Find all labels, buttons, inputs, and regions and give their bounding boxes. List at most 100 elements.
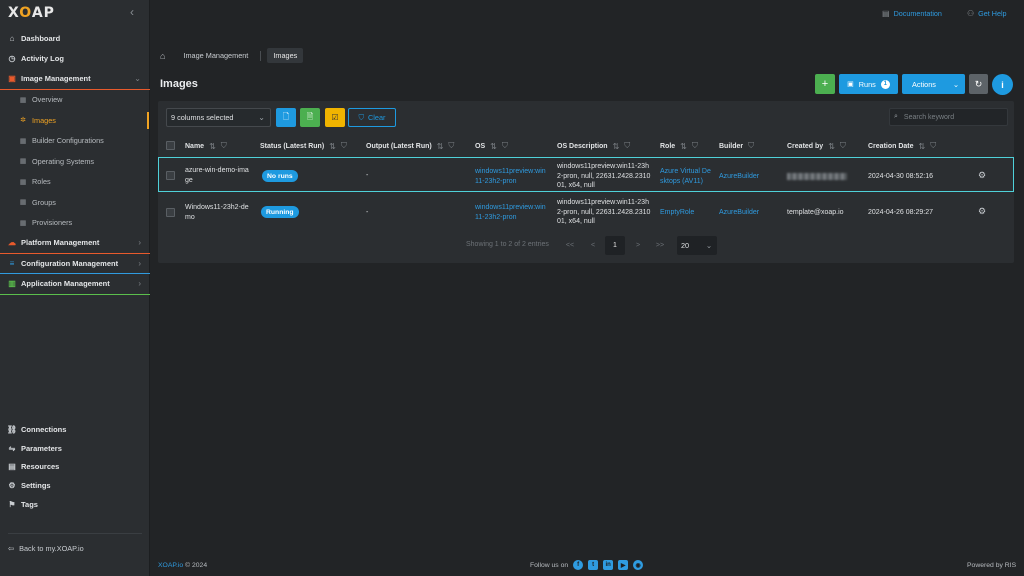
sort-icon[interactable]: ⇅ <box>329 142 336 151</box>
os-line: windows11preview:win <box>475 168 546 175</box>
role-link[interactable]: Azure Virtual De sktops (AV11) <box>660 167 711 186</box>
row-settings-icon[interactable]: ⚙ <box>978 170 986 181</box>
sort-icon[interactable]: ⇅ <box>919 142 926 151</box>
prev-page-button[interactable]: < <box>583 236 603 255</box>
linkedin-icon[interactable]: in <box>603 560 614 570</box>
add-image-button[interactable]: + <box>815 74 835 94</box>
row-checkbox[interactable] <box>166 171 175 180</box>
os-description-line: 2-pron, null, 22631.2428.2310 <box>557 208 651 216</box>
sidebar-item-roles[interactable]: ▦ Roles <box>0 172 150 193</box>
sidebar-item-configuration-management[interactable]: ≡ Configuration Management › <box>0 254 150 274</box>
export-pdf-button[interactable]: ☑ <box>325 108 345 127</box>
column-header-os[interactable]: OS ⇅ ⛉ <box>475 141 508 151</box>
column-header-creation-date[interactable]: Creation Date ⇅ ⛉ <box>868 141 936 151</box>
page-size-select[interactable]: 20 ⌄ <box>677 236 717 255</box>
filter-icon[interactable]: ⛉ <box>692 141 698 151</box>
footer-copyright-text: © 2024 <box>185 562 208 569</box>
xoap-logo[interactable]: XOAP <box>8 5 55 21</box>
export-excel-button[interactable]: 🗎 <box>300 108 320 127</box>
filter-icon[interactable]: ⛉ <box>840 141 846 151</box>
os-link[interactable]: windows11preview:win 11-23h2-pron <box>475 203 546 222</box>
column-header-builder[interactable]: Builder ⛉ <box>719 141 754 151</box>
sidebar-item-application-management[interactable]: ▥ Application Management › <box>0 274 150 295</box>
columns-select[interactable]: 9 columns selected ⌄ <box>166 108 271 127</box>
sidebar-item-groups[interactable]: ▦ Groups <box>0 192 150 213</box>
column-header-created-by[interactable]: Created by ⇅ ⛉ <box>787 141 846 151</box>
clear-filters-button[interactable]: ⛉ Clear <box>348 108 396 127</box>
table-row[interactable]: Windows11-23h2-de mo Running - windows11… <box>158 194 1014 229</box>
search-input[interactable]: ⌕ Search keyword <box>889 108 1008 126</box>
facebook-icon[interactable]: f <box>573 560 584 570</box>
footer-brand-link[interactable]: XOAP.io <box>158 562 183 569</box>
os-link[interactable]: windows11preview:win 11-23h2-pron <box>475 167 546 186</box>
column-header-name[interactable]: Name ⇅ ⛉ <box>185 141 227 151</box>
sidebar-item-settings[interactable]: ⚙ Settings <box>0 476 150 495</box>
filter-icon[interactable]: ⛉ <box>221 141 227 151</box>
sidebar-item-activity-log[interactable]: ◷ Activity Log <box>0 49 150 70</box>
sidebar-item-tags[interactable]: ⚑ Tags <box>0 495 150 514</box>
column-header-output[interactable]: Output (Latest Run) ⇅ ⛉ <box>366 141 454 151</box>
filter-icon[interactable]: ⛉ <box>930 141 936 151</box>
builder-link[interactable]: AzureBuilder <box>719 208 759 218</box>
breadcrumb-image-management[interactable]: Image Management <box>177 48 254 63</box>
refresh-button[interactable]: ↻ <box>969 74 988 94</box>
cloud-icon: ☁ <box>8 238 16 248</box>
documentation-link[interactable]: ▤ Documentation <box>882 9 942 18</box>
search-placeholder: Search keyword <box>903 113 955 121</box>
sort-icon[interactable]: ⇅ <box>680 142 687 151</box>
youtube-icon[interactable]: ▶ <box>618 560 629 570</box>
sidebar-divider <box>8 533 142 534</box>
next-page-button[interactable]: > <box>628 236 648 255</box>
github-icon[interactable]: ◉ <box>633 560 644 570</box>
last-page-button[interactable]: >> <box>650 236 670 255</box>
column-header-os-description[interactable]: OS Description ⇅ ⛉ <box>557 141 630 151</box>
column-header-role[interactable]: Role ⇅ ⛉ <box>660 141 698 151</box>
filter-icon[interactable]: ⛉ <box>341 141 347 151</box>
runs-button[interactable]: ▣ Runs 1 <box>839 74 898 94</box>
image-name[interactable]: azure-win-demo-ima ge <box>185 166 249 185</box>
sidebar-item-platform-management[interactable]: ☁ Platform Management › <box>0 233 150 254</box>
sort-icon[interactable]: ⇅ <box>209 142 216 151</box>
image-name[interactable]: Windows11-23h2-de mo <box>185 203 249 222</box>
info-button[interactable]: i <box>992 74 1013 95</box>
plus-icon: + <box>821 78 829 90</box>
sidebar-item-provisioners[interactable]: ▦ Provisioners <box>0 213 150 234</box>
sort-icon[interactable]: ⇅ <box>828 142 835 151</box>
sidebar-item-resources[interactable]: ▤ Resources <box>0 457 150 476</box>
parameters-icon: ⇋ <box>8 443 16 453</box>
back-to-my-xoap-link[interactable]: ⇦ Back to my.XOAP.io <box>8 544 84 553</box>
table-row[interactable]: azure-win-demo-ima ge No runs - windows1… <box>158 157 1014 192</box>
filter-icon[interactable]: ⛉ <box>502 141 508 151</box>
chevron-down-icon: ⌄ <box>258 113 265 122</box>
sort-icon[interactable]: ⇅ <box>437 142 444 151</box>
sidebar-item-operating-systems[interactable]: ▦ Operating Systems <box>0 151 150 172</box>
sidebar-item-image-management[interactable]: ▣ Image Management ⌄ <box>0 69 150 90</box>
page-1-button[interactable]: 1 <box>605 236 625 255</box>
twitter-icon[interactable]: t <box>588 560 599 570</box>
filter-icon[interactable]: ⛉ <box>624 141 630 151</box>
sidebar-item-overview[interactable]: ▦ Overview <box>0 90 150 111</box>
row-settings-icon[interactable]: ⚙ <box>978 206 986 217</box>
home-icon[interactable]: ⌂ <box>160 51 165 61</box>
sort-icon[interactable]: ⇅ <box>613 142 620 151</box>
export-csv-button[interactable]: 🗋 <box>276 108 296 127</box>
column-header-status[interactable]: Status (Latest Run) ⇅ ⛉ <box>260 141 347 151</box>
first-page-button[interactable]: << <box>560 236 580 255</box>
get-help-link[interactable]: ⚇ Get Help <box>967 9 1007 18</box>
sort-icon[interactable]: ⇅ <box>490 142 497 151</box>
sidebar-item-connections[interactable]: ⛓ Connections <box>0 420 150 439</box>
filter-icon[interactable]: ⛉ <box>748 141 754 151</box>
image-name-line: ge <box>185 176 193 184</box>
builder-link[interactable]: AzureBuilder <box>719 172 759 182</box>
sidebar-item-builder-configurations[interactable]: ▦ Builder Configurations <box>0 131 150 152</box>
collapse-sidebar-icon[interactable]: ‹ <box>130 5 134 19</box>
help-icon: ⚇ <box>967 9 975 18</box>
actions-dropdown[interactable]: Actions ⌄ <box>902 74 965 94</box>
filter-icon[interactable]: ⛉ <box>448 141 454 151</box>
sidebar-item-images[interactable]: ✲ Images <box>0 110 150 131</box>
row-checkbox[interactable] <box>166 208 175 217</box>
sidebar-item-dashboard[interactable]: ⌂ Dashboard <box>0 28 150 49</box>
role-link[interactable]: EmptyRole <box>660 208 694 218</box>
sidebar-item-parameters[interactable]: ⇋ Parameters <box>0 439 150 458</box>
select-all-checkbox[interactable] <box>166 141 175 150</box>
